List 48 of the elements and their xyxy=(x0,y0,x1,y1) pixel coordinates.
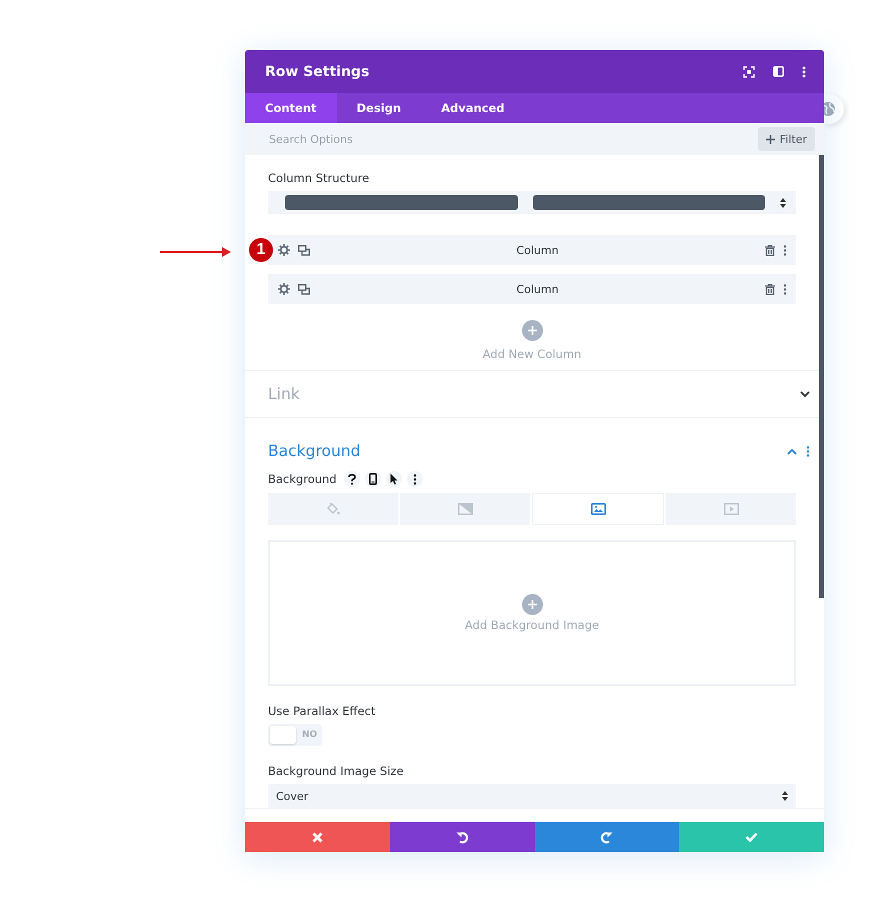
undo-icon xyxy=(456,830,469,844)
color-tab[interactable] xyxy=(268,493,398,525)
duplicate-icon[interactable] xyxy=(298,284,310,294)
window-title: Row Settings xyxy=(265,64,370,80)
paint-bucket-icon xyxy=(326,503,340,515)
column-label: Column xyxy=(515,244,560,256)
image-size-select[interactable]: Cover xyxy=(268,784,796,808)
column-item[interactable]: Column xyxy=(268,235,796,265)
scrollbar[interactable] xyxy=(819,155,824,598)
more-icon[interactable] xyxy=(406,471,423,487)
more-icon[interactable] xyxy=(802,66,806,78)
fullscreen-icon[interactable] xyxy=(743,66,755,78)
filter-button[interactable]: Filter xyxy=(758,127,815,151)
tab[interactable]: Content xyxy=(245,93,337,123)
phone-icon[interactable] xyxy=(364,471,381,487)
settings-icon[interactable] xyxy=(278,244,290,256)
column-label: Column xyxy=(515,282,560,296)
image-tab[interactable] xyxy=(532,493,664,525)
add-icon xyxy=(522,594,542,615)
cursor-icon[interactable] xyxy=(386,471,402,487)
image-icon xyxy=(590,503,606,515)
video-icon xyxy=(724,503,738,515)
trash-icon[interactable] xyxy=(765,284,775,294)
plus-icon xyxy=(766,134,775,144)
tab[interactable]: Design xyxy=(336,93,422,123)
check-icon xyxy=(745,832,758,842)
collapse-icon[interactable] xyxy=(787,448,797,454)
sort-arrows-icon xyxy=(780,198,786,208)
field-label: Background xyxy=(268,472,337,486)
column-item[interactable]: Column xyxy=(268,274,796,304)
redo-icon xyxy=(600,830,614,844)
section-title[interactable]: Background xyxy=(268,442,778,460)
gradient-icon xyxy=(458,503,472,515)
search-field[interactable]: Search Options Filter xyxy=(245,123,824,155)
field-label: Background Image Size xyxy=(268,764,405,778)
sidebar-icon[interactable] xyxy=(773,66,784,77)
field-label: Column Structure xyxy=(268,171,370,185)
expand-icon[interactable] xyxy=(800,390,810,398)
trash-icon[interactable] xyxy=(765,244,775,256)
field-label: Use Parallax Effect xyxy=(268,704,376,718)
duplicate-icon[interactable] xyxy=(298,244,310,256)
step-marker: 1 xyxy=(249,238,273,262)
arrow-annotation xyxy=(160,246,232,258)
sort-arrows-icon xyxy=(782,791,788,801)
close-icon xyxy=(312,832,323,842)
help-icon[interactable] xyxy=(344,471,360,487)
tab[interactable]: Advanced xyxy=(421,93,525,123)
settings-icon[interactable] xyxy=(278,283,290,295)
